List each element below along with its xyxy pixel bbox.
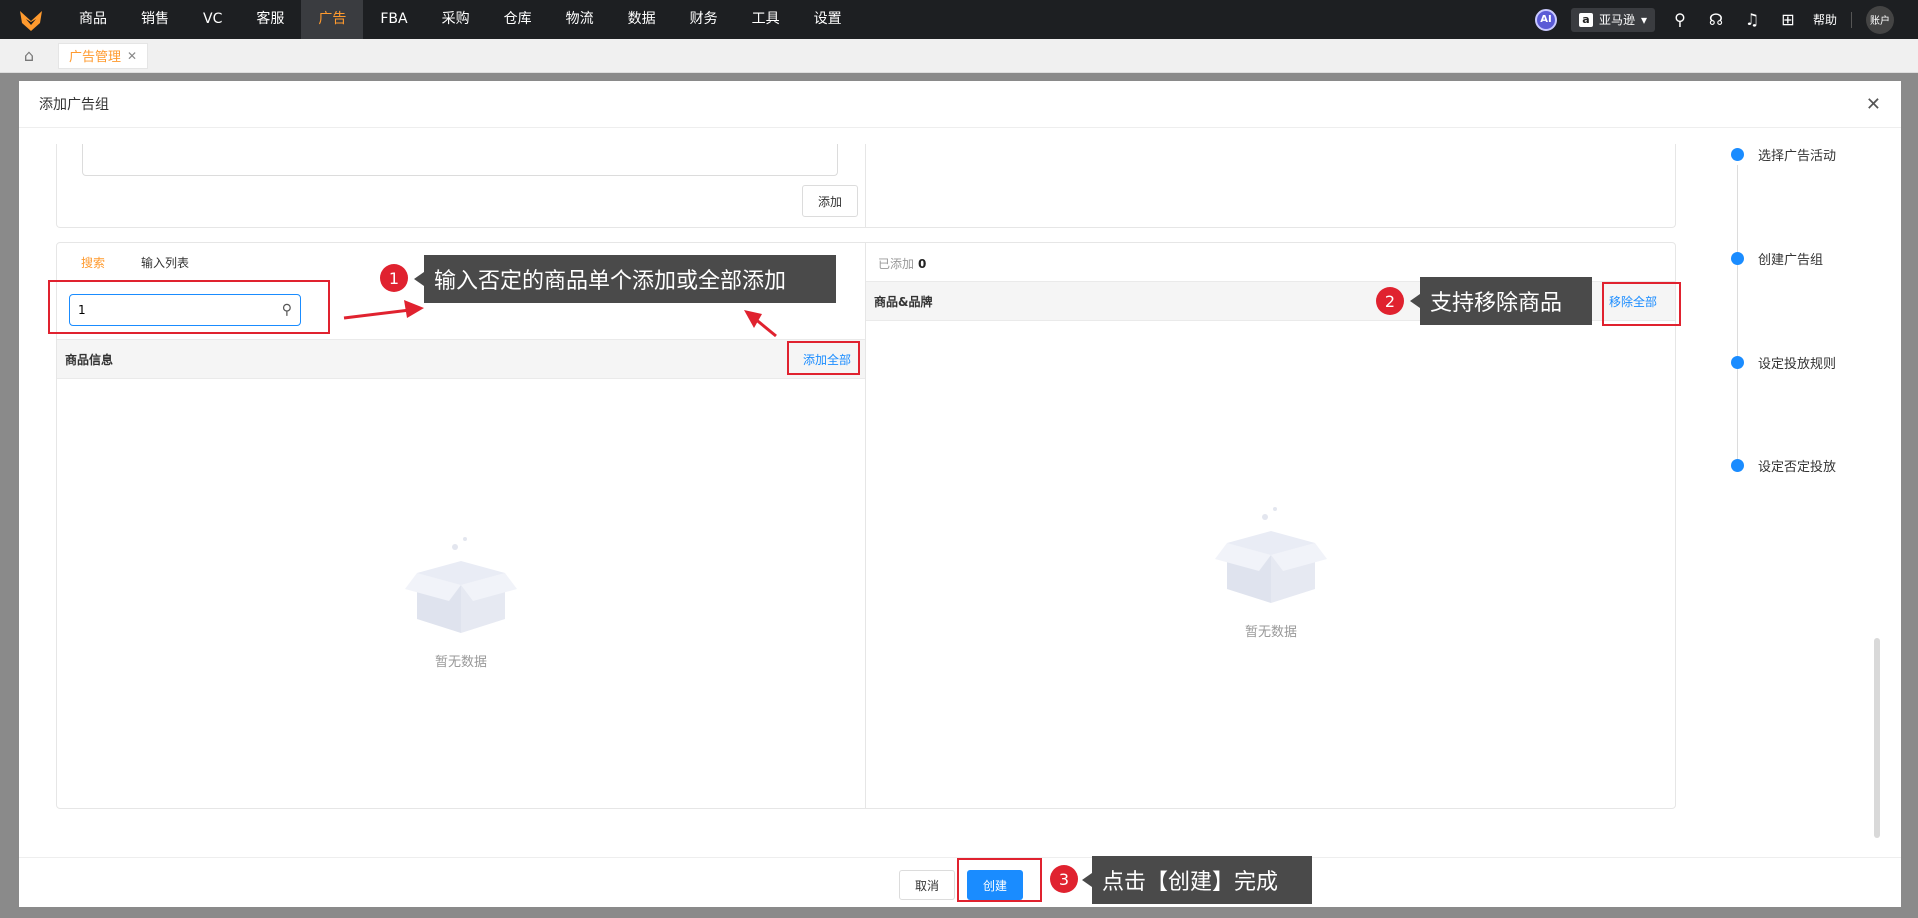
- annotation-badge-1: 1: [380, 264, 408, 292]
- cancel-button[interactable]: 取消: [899, 870, 955, 900]
- annotation-callout-2: 支持移除商品: [1410, 277, 1592, 325]
- step-dot: [1731, 148, 1744, 161]
- step-label: 设定否定投放: [1758, 460, 1837, 475]
- app-logo[interactable]: [0, 0, 62, 39]
- added-count: 已添加 0: [878, 255, 926, 272]
- step-negative-targeting[interactable]: 设定否定投放: [1731, 456, 1836, 475]
- step-select-campaign[interactable]: 选择广告活动: [1731, 145, 1836, 164]
- step-set-targeting[interactable]: 设定投放规则: [1731, 353, 1836, 372]
- nav-item-products[interactable]: 商品: [62, 0, 124, 39]
- highlight-search: [48, 280, 330, 334]
- list-textarea[interactable]: [82, 144, 838, 176]
- step-label: 创建广告组: [1758, 253, 1824, 268]
- grid-icon[interactable]: ⊞: [1777, 10, 1799, 29]
- nav-item-service[interactable]: 客服: [239, 0, 301, 39]
- top-nav: 商品 销售 VC 客服 广告 FBA 采购 仓库 物流 数据 财务 工具 设置 …: [0, 0, 1918, 39]
- tab-search[interactable]: 搜索: [81, 254, 105, 271]
- close-tab-icon[interactable]: ✕: [127, 49, 137, 63]
- step-dot: [1731, 356, 1744, 369]
- right-empty-state: 暂无数据: [1215, 503, 1327, 640]
- annotation-badge-2: 2: [1376, 287, 1404, 315]
- nav-item-data[interactable]: 数据: [611, 0, 673, 39]
- scrollbar-thumb[interactable]: [1874, 638, 1880, 838]
- ai-icon[interactable]: AI: [1534, 8, 1557, 31]
- bell-icon[interactable]: ♫: [1741, 10, 1763, 29]
- nav-item-finance[interactable]: 财务: [673, 0, 735, 39]
- modal-title: 添加广告组: [19, 81, 1901, 128]
- store-label: 亚马逊: [1598, 13, 1635, 27]
- step-dot: [1731, 252, 1744, 265]
- nav-item-ads[interactable]: 广告: [301, 0, 364, 39]
- nav-right: AI a 亚马逊 ▾ ⚲ ☊ ♫ ⊞ 帮助 账户: [1534, 0, 1918, 39]
- step-line: [1737, 165, 1738, 465]
- fox-logo-icon: [20, 10, 42, 31]
- nav-divider: [1851, 11, 1852, 28]
- added-count-value: 0: [918, 257, 927, 271]
- nav-item-settings[interactable]: 设置: [797, 0, 859, 39]
- page-tabstrip: ⌂ 广告管理 ✕: [0, 39, 1918, 73]
- step-label: 选择广告活动: [1758, 149, 1837, 164]
- store-selector[interactable]: a 亚马逊 ▾: [1570, 7, 1655, 32]
- tab-label: 广告管理: [69, 50, 122, 65]
- nav-item-tools[interactable]: 工具: [735, 0, 797, 39]
- caret-down-icon: ▾: [1640, 12, 1647, 27]
- help-link[interactable]: 帮助: [1813, 11, 1837, 28]
- empty-box-icon: [405, 537, 517, 633]
- highlight-create: [957, 858, 1042, 902]
- annotation-callout-3: 点击【创建】完成: [1082, 856, 1312, 904]
- section-divider: [865, 144, 866, 228]
- account-avatar[interactable]: 账户: [1866, 5, 1894, 34]
- left-empty-state: 暂无数据: [405, 533, 517, 670]
- product-brand-label: 商品&品牌: [874, 294, 933, 309]
- added-prefix: 已添加: [878, 257, 915, 271]
- highlight-remove-all: [1602, 282, 1681, 326]
- add-button[interactable]: 添加: [802, 185, 858, 217]
- product-info-header: 商品信息 添加全部: [57, 339, 865, 379]
- empty-text: 暂无数据: [1244, 625, 1297, 640]
- empty-box-icon: [1215, 507, 1327, 603]
- nav-item-purchase[interactable]: 采购: [425, 0, 487, 39]
- background-edge: [1903, 81, 1918, 918]
- annotation-callout-1: 输入否定的商品单个添加或全部添加: [414, 255, 836, 303]
- home-icon[interactable]: ⌂: [0, 46, 58, 65]
- panel-divider: [865, 243, 866, 808]
- nav-item-vc[interactable]: VC: [186, 0, 239, 39]
- nav-item-logistics[interactable]: 物流: [549, 0, 611, 39]
- add-ad-group-modal: 添加广告组 ✕ 添加 搜索 输入列表 ⚲ 商品信息 添加全部 已添加0 商品&品…: [19, 81, 1901, 907]
- step-dot: [1731, 459, 1744, 472]
- annotation-badge-3: 3: [1050, 865, 1078, 893]
- nav-item-warehouse[interactable]: 仓库: [487, 0, 549, 39]
- close-icon[interactable]: ✕: [1866, 94, 1881, 115]
- step-label: 设定投放规则: [1758, 357, 1837, 372]
- highlight-add-all: [787, 341, 860, 375]
- step-create-ad-group[interactable]: 创建广告组: [1731, 249, 1823, 268]
- keyword-input-section: 添加: [56, 144, 1676, 228]
- headset-icon[interactable]: ☊: [1705, 10, 1727, 29]
- nav-item-sales[interactable]: 销售: [124, 0, 186, 39]
- search-icon[interactable]: ⚲: [1669, 10, 1691, 29]
- product-info-label: 商品信息: [65, 352, 114, 367]
- main-menu: 商品 销售 VC 客服 广告 FBA 采购 仓库 物流 数据 财务 工具 设置: [62, 0, 859, 39]
- nav-item-fba[interactable]: FBA: [363, 0, 424, 39]
- tab-input-list[interactable]: 输入列表: [141, 254, 189, 271]
- empty-text: 暂无数据: [434, 655, 487, 670]
- amazon-icon: a: [1578, 12, 1593, 27]
- tab-ad-management[interactable]: 广告管理 ✕: [58, 42, 149, 69]
